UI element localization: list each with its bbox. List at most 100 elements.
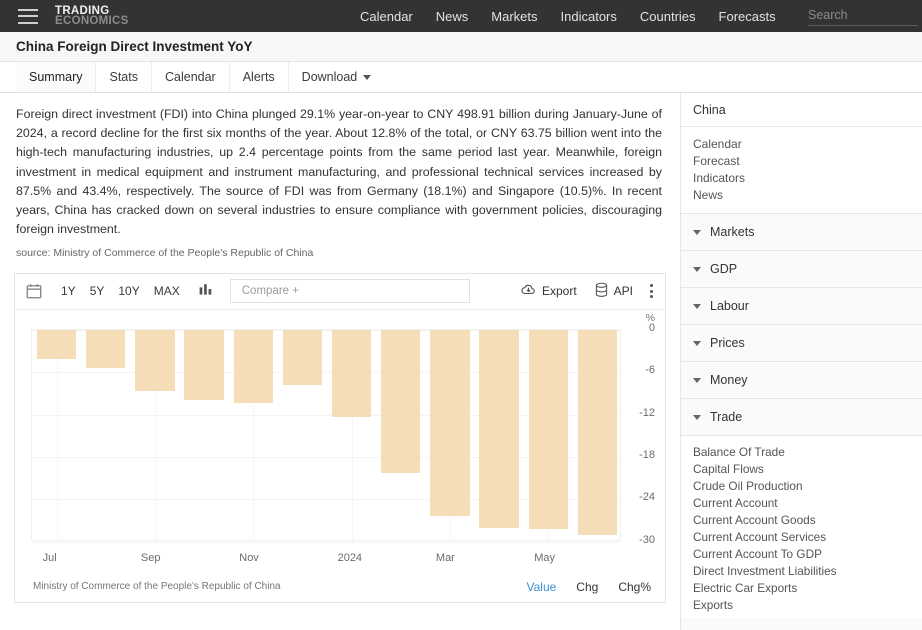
article-summary: Foreign direct investment (FDI) into Chi… [0,93,680,261]
cloud-download-icon [520,281,537,301]
y-axis-tick-label: -6 [645,364,655,377]
chart-footer: Ministry of Commerce of the People's Rep… [15,572,665,602]
x-axis-tick-label: Jul [42,551,57,564]
sidebar-group-money[interactable]: Money [681,362,922,399]
chart-bar[interactable] [184,329,224,401]
tab-calendar[interactable]: Calendar [152,62,230,92]
sidebar-trade-item[interactable]: Current Account To GDP [693,546,922,563]
x-axis-tick-label: Sep [140,551,161,564]
nav-link-calendar[interactable]: Calendar [360,9,413,24]
chevron-down-icon [693,414,701,420]
chart-bar[interactable] [381,329,421,473]
y-axis-tick-label: -18 [639,448,655,461]
sidebar-link-calendar[interactable]: Calendar [693,136,922,153]
tab-stats[interactable]: Stats [96,62,152,92]
chart-bar[interactable] [282,329,323,385]
chart-metric-toggles: Value Chg Chg% [526,580,651,594]
nav-link-indicators[interactable]: Indicators [561,9,617,24]
y-axis-tick-label: -24 [639,491,655,504]
chart-bar[interactable] [577,329,618,536]
chart-toolbar-right-actions: Export API [520,281,655,301]
tab-summary[interactable]: Summary [16,62,97,92]
sidebar-group-prices[interactable]: Prices [681,325,922,362]
compare-field-wrapper [229,279,470,304]
chart-plot-area: % 0 -6 -12 -18 -24 -30 Jul Sep Nov 2024 Mar May [15,310,665,572]
tab-alerts[interactable]: Alerts [230,62,289,92]
sidebar-trade-item[interactable]: Exports [693,597,922,614]
calendar-icon[interactable] [25,282,43,300]
range-button-1y[interactable]: 1Y [61,284,76,298]
metric-toggle-value[interactable]: Value [526,580,556,594]
sidebar-trade-item[interactable]: Crude Oil Production [693,478,922,495]
tab-summary-label: Summary [29,70,83,84]
x-axis-tick-label: Mar [435,551,455,564]
chart-bar[interactable] [135,329,175,391]
chart-bar[interactable] [233,329,273,404]
site-logo[interactable]: TRADING ECONOMICS [55,5,129,27]
nav-link-markets[interactable]: Markets [491,9,537,24]
sidebar-group-trade-label: Trade [710,410,743,424]
hamburger-menu-icon[interactable] [18,8,38,24]
chart-bar[interactable] [86,329,126,368]
chart-vertical-gridline [56,329,58,540]
chevron-down-icon [693,303,701,309]
article-body-text: Foreign direct investment (FDI) into Chi… [16,107,662,237]
chart-bar[interactable] [430,329,470,516]
sidebar-group-prices-label: Prices [710,336,745,350]
sidebar-trade-item[interactable]: Balance Of Trade [693,444,922,461]
api-button[interactable]: API [594,282,633,301]
sidebar-trade-item[interactable]: Current Account [693,495,922,512]
tab-download-label: Download [301,70,358,84]
chart-source-label: Ministry of Commerce of the People's Rep… [33,581,281,593]
sidebar-link-indicators[interactable]: Indicators [693,170,922,187]
range-button-10y[interactable]: 10Y [118,284,139,298]
sidebar-group-markets[interactable]: Markets [681,214,922,251]
top-navigation-bar: TRADING ECONOMICS Calendar News Markets … [0,0,922,32]
sidebar-group-gdp[interactable]: GDP [681,251,922,288]
main-content-wrapper: Foreign direct investment (FDI) into Chi… [0,93,922,630]
sidebar-group-markets-label: Markets [710,225,755,239]
metric-toggle-chg[interactable]: Chg [576,580,598,594]
chart-bar[interactable] [528,329,568,530]
kebab-menu-icon[interactable] [650,284,653,299]
chart-plot-inner[interactable] [31,328,621,543]
nav-link-countries[interactable]: Countries [640,9,696,24]
x-axis-tick-label: May [534,551,556,564]
chevron-down-icon [363,74,372,80]
export-button[interactable]: Export [520,281,577,301]
search-container [808,0,918,32]
chevron-down-icon [693,340,701,346]
nav-link-news[interactable]: News [436,9,469,24]
chevron-down-icon [693,229,701,235]
bar-chart-icon[interactable] [198,281,214,302]
sidebar-trade-item[interactable]: Electric Car Exports [693,580,922,597]
nav-link-forecasts[interactable]: Forecasts [719,9,776,24]
range-button-max[interactable]: MAX [154,284,180,298]
sidebar-group-money-label: Money [710,373,748,387]
chart-bar[interactable] [331,329,372,417]
chart-toolbar: 1Y 5Y 10Y MAX Compare + Export API [15,274,665,310]
sidebar-link-news[interactable]: News [693,187,922,204]
sidebar-group-labour[interactable]: Labour [681,288,922,325]
sidebar-trade-item[interactable]: Current Account Services [693,529,922,546]
sidebar-group-trade[interactable]: Trade [681,399,922,436]
chevron-down-icon [693,377,701,383]
compare-input[interactable] [239,284,460,299]
sidebar-group-labour-label: Labour [710,299,749,313]
page-title: China Foreign Direct Investment YoY [16,39,253,54]
range-button-5y[interactable]: 5Y [90,284,105,298]
search-input[interactable] [808,6,918,26]
tab-download[interactable]: Download [289,62,385,92]
chart-bar[interactable] [36,329,77,360]
page-title-bar: China Foreign Direct Investment YoY [0,32,922,62]
sidebar-trade-item[interactable]: Capital Flows [693,461,922,478]
metric-toggle-chgpct[interactable]: Chg% [618,580,651,594]
logo-line-2: ECONOMICS [55,15,129,27]
chevron-down-icon [693,266,701,272]
chart-bar[interactable] [479,329,519,528]
sidebar-link-forecast[interactable]: Forecast [693,153,922,170]
sidebar-trade-item[interactable]: Current Account Goods [693,512,922,529]
sidebar-trade-item[interactable]: Direct Investment Liabilities [693,563,922,580]
y-axis-tick-label: 0 [648,321,655,334]
y-axis-tick-label: -30 [639,533,655,546]
